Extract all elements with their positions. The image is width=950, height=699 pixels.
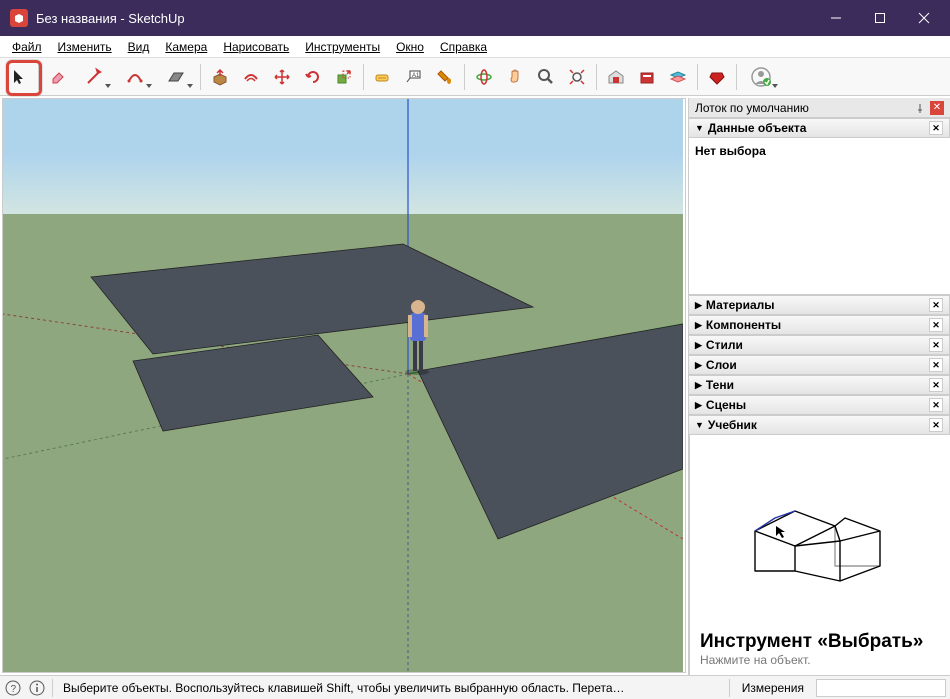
close-button[interactable] [902,0,946,36]
text-tool[interactable]: A1 [399,62,429,92]
panel-close-icon[interactable]: ✕ [929,378,943,392]
panel-shadows-header[interactable]: ▶Тени✕ [689,375,950,395]
panel-close-icon[interactable]: ✕ [929,338,943,352]
svg-text:?: ? [11,684,17,695]
scale-tool[interactable] [329,62,359,92]
menu-view[interactable]: Вид [120,38,158,56]
menu-edit[interactable]: Изменить [50,38,120,56]
panel-materials-header[interactable]: ▶Материалы✕ [689,295,950,315]
measurements-field[interactable] [816,679,946,697]
main-area: Лоток по умолчанию ✕ ▼ Данные объекта ✕ … [0,96,950,675]
rectangle-tool[interactable] [156,62,196,92]
panel-close-icon[interactable]: ✕ [929,121,943,135]
window-title: Без названия - SketchUp [36,11,814,26]
offset-tool[interactable] [236,62,266,92]
menu-file[interactable]: Файл [4,38,50,56]
panel-close-icon[interactable]: ✕ [929,298,943,312]
panel-entity-info-label: Данные объекта [708,121,807,135]
maximize-button[interactable] [858,0,902,36]
panel-close-icon[interactable]: ✕ [929,358,943,372]
tutorial-title: Инструмент «Выбрать» [700,632,940,653]
panel-entity-info-header[interactable]: ▼ Данные объекта ✕ [689,118,950,138]
paint-tool[interactable] [430,62,460,92]
pan-tool[interactable] [500,62,530,92]
tray-close-icon[interactable]: ✕ [930,101,944,115]
panel-tutorial-header[interactable]: ▼Учебник✕ [689,415,950,435]
default-tray: Лоток по умолчанию ✕ ▼ Данные объекта ✕ … [688,98,950,675]
select-tool[interactable] [4,62,34,92]
move-tool[interactable] [267,62,297,92]
line-tool[interactable] [74,62,114,92]
panel-styles-header[interactable]: ▶Стили✕ [689,335,950,355]
user-tool[interactable] [741,62,781,92]
panel-entity-info-body: Нет выбора [689,138,950,295]
ruby-tool[interactable] [702,62,732,92]
tray-title-label: Лоток по умолчанию [695,101,809,115]
menubar: Файл Изменить Вид Камера Нарисовать Инст… [0,36,950,58]
panel-close-icon[interactable]: ✕ [929,318,943,332]
menu-draw[interactable]: Нарисовать [215,38,297,56]
menu-camera[interactable]: Камера [157,38,215,56]
zoom-tool[interactable] [531,62,561,92]
statusbar: ? Выберите объекты. Воспользуйтесь клави… [0,675,950,699]
menu-help[interactable]: Справка [432,38,495,56]
panel-close-icon[interactable]: ✕ [929,418,943,432]
panel-close-icon[interactable]: ✕ [929,398,943,412]
rotate-tool[interactable] [298,62,328,92]
tutorial-illustration [700,443,940,628]
extensions-tool[interactable] [632,62,662,92]
pin-icon[interactable] [912,100,928,116]
menu-window[interactable]: Окно [388,38,432,56]
viewport-3d[interactable] [2,98,686,673]
status-hint: Выберите объекты. Воспользуйтесь клавише… [59,681,723,695]
pushpull-tool[interactable] [205,62,235,92]
measurements-label: Измерения [736,681,810,695]
svg-text:A1: A1 [412,73,420,79]
help-icon[interactable]: ? [4,679,22,697]
collapse-icon: ▼ [695,123,704,133]
titlebar: Без названия - SketchUp [0,0,950,36]
zoom-extents-tool[interactable] [562,62,592,92]
toolbar: A1 [0,58,950,96]
arc-tool[interactable] [115,62,155,92]
app-logo-icon [10,9,28,27]
eraser-tool[interactable] [43,62,73,92]
orbit-tool[interactable] [469,62,499,92]
panel-scenes-header[interactable]: ▶Сцены✕ [689,395,950,415]
tray-title[interactable]: Лоток по умолчанию ✕ [689,98,950,118]
tutorial-subtitle: Нажмите на объект. [700,653,940,667]
warehouse-tool[interactable] [601,62,631,92]
tape-tool[interactable] [368,62,398,92]
panel-tutorial-body: Инструмент «Выбрать» Нажмите на объект. [689,435,950,675]
panel-layers-header[interactable]: ▶Слои✕ [689,355,950,375]
panel-components-header[interactable]: ▶Компоненты✕ [689,315,950,335]
layers-tool[interactable] [663,62,693,92]
menu-tools[interactable]: Инструменты [297,38,388,56]
minimize-button[interactable] [814,0,858,36]
info-icon[interactable] [28,679,46,697]
